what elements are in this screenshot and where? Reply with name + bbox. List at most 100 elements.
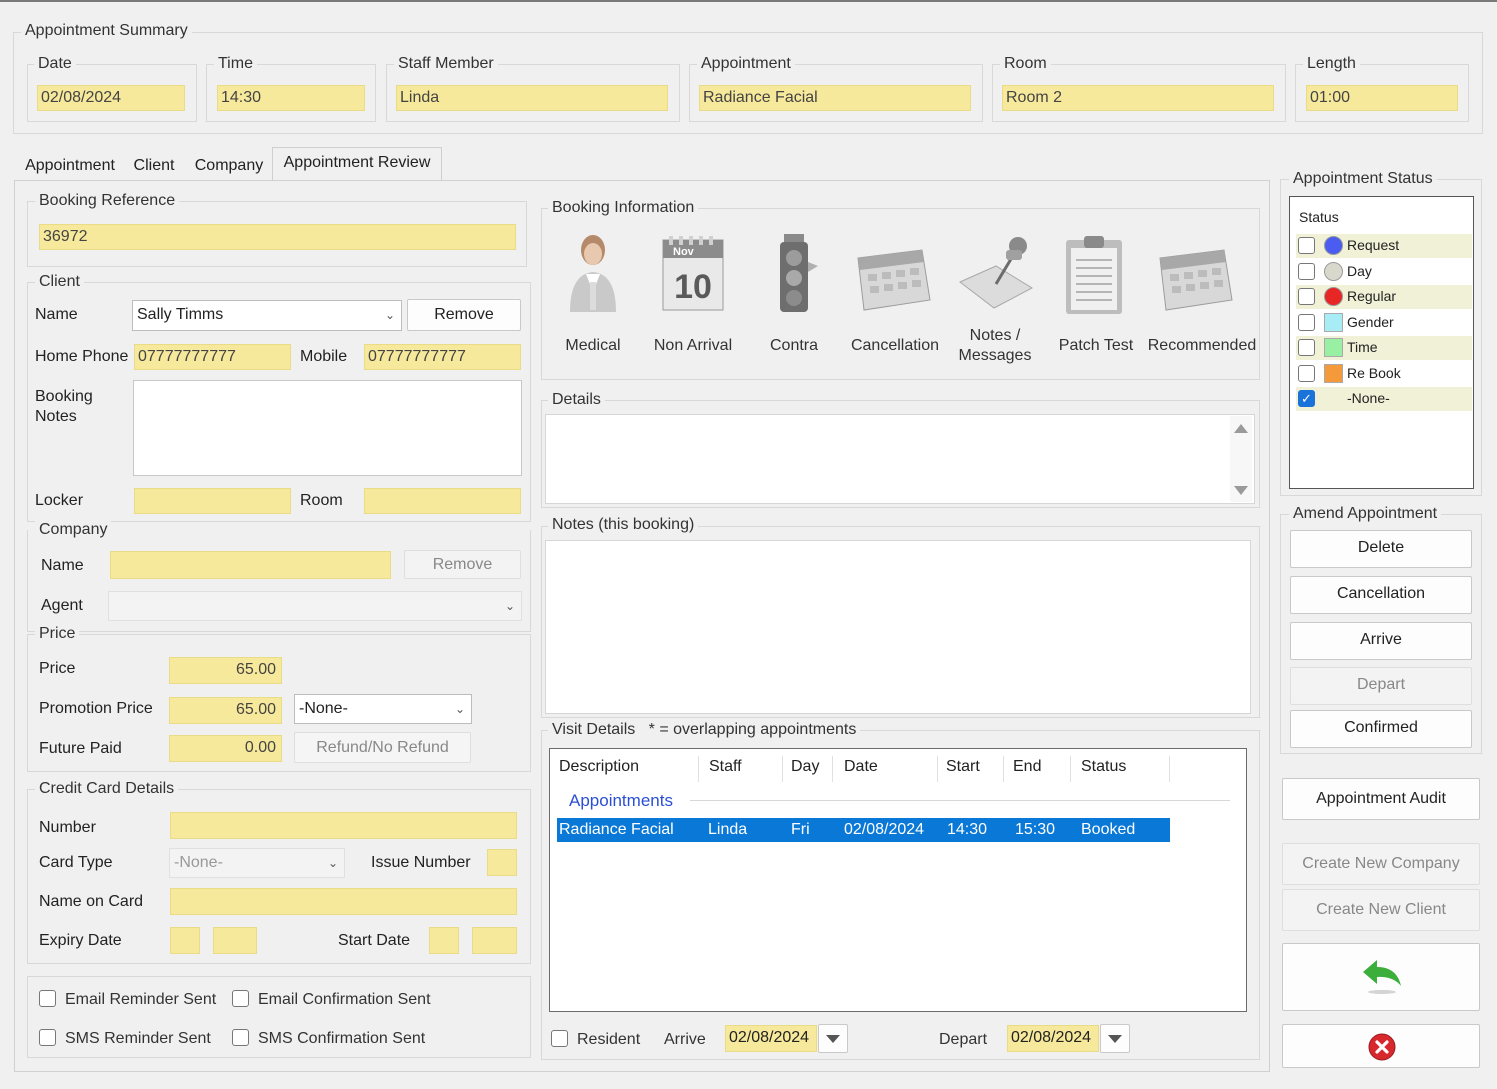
promotion-price-field[interactable]: 65.00 bbox=[169, 697, 282, 724]
status-item-day[interactable]: Day bbox=[1296, 260, 1472, 284]
agent-select[interactable]: ⌄ bbox=[108, 591, 522, 621]
email-confirmation-checkbox[interactable] bbox=[232, 990, 249, 1007]
calendar-recommended-icon[interactable] bbox=[1154, 244, 1236, 314]
notes-textarea[interactable] bbox=[545, 540, 1251, 714]
refund-button[interactable]: Refund/No Refund bbox=[294, 732, 471, 763]
arrive-date-dropdown[interactable] bbox=[818, 1024, 848, 1053]
expiry-year-field[interactable] bbox=[213, 927, 257, 954]
staff-member-field[interactable]: Linda bbox=[396, 85, 668, 111]
client-name-select[interactable]: Sally Timms ⌄ bbox=[132, 300, 402, 331]
column-staff[interactable]: Staff bbox=[703, 756, 783, 782]
chevron-down-icon: ⌄ bbox=[504, 599, 515, 613]
status-item-time[interactable]: Time bbox=[1296, 336, 1472, 360]
booking-notes-textarea[interactable] bbox=[133, 380, 522, 476]
row-staff: Linda bbox=[708, 821, 748, 838]
scroll-down-icon[interactable] bbox=[1234, 486, 1248, 495]
create-new-client-button[interactable]: Create New Client bbox=[1282, 889, 1480, 931]
arrive-date-field[interactable]: 02/08/2024 bbox=[725, 1025, 817, 1052]
home-phone-field[interactable]: 07777777777 bbox=[134, 344, 291, 370]
booking-notes-label-2: Notes bbox=[35, 408, 77, 425]
sms-reminder-checkbox[interactable] bbox=[39, 1029, 56, 1046]
column-date[interactable]: Date bbox=[838, 756, 938, 782]
status-checkbox[interactable] bbox=[1298, 339, 1315, 356]
client-room-label: Room bbox=[300, 492, 343, 509]
details-title: Details bbox=[548, 391, 605, 409]
company-title: Company bbox=[35, 521, 112, 539]
column-description[interactable]: Description bbox=[553, 756, 699, 782]
card-number-field[interactable] bbox=[170, 812, 517, 839]
table-row[interactable]: Radiance Facial Linda Fri 02/08/2024 14:… bbox=[557, 818, 1170, 842]
person-icon[interactable] bbox=[560, 232, 626, 316]
status-checkbox[interactable] bbox=[1298, 364, 1315, 382]
depart-date-field[interactable]: 02/08/2024 bbox=[1007, 1025, 1099, 1052]
tab-appointment[interactable]: Appointment bbox=[18, 151, 122, 181]
future-paid-field[interactable]: 0.00 bbox=[169, 735, 282, 762]
sms-confirmation-checkbox[interactable] bbox=[232, 1029, 249, 1046]
expiry-month-field[interactable] bbox=[170, 927, 200, 954]
appointment-field[interactable]: Radiance Facial bbox=[699, 85, 971, 111]
client-remove-button[interactable]: Remove bbox=[407, 299, 521, 331]
card-type-select[interactable]: -None- ⌄ bbox=[169, 848, 345, 878]
status-checkbox[interactable] bbox=[1298, 237, 1315, 254]
scroll-up-icon[interactable] bbox=[1234, 424, 1248, 433]
status-item-none[interactable]: ✓ -None- bbox=[1296, 387, 1472, 411]
client-room-field[interactable] bbox=[364, 488, 521, 514]
start-year-field[interactable] bbox=[472, 927, 517, 954]
column-day[interactable]: Day bbox=[785, 756, 833, 782]
tab-appointment-review[interactable]: Appointment Review bbox=[272, 147, 442, 181]
delete-button[interactable]: Delete bbox=[1290, 530, 1472, 568]
status-list-header: Status bbox=[1299, 209, 1339, 225]
calendar-icon[interactable] bbox=[852, 244, 934, 314]
close-button[interactable] bbox=[1282, 1024, 1480, 1068]
depart-date-dropdown[interactable] bbox=[1100, 1024, 1130, 1053]
length-field[interactable]: 01:00 bbox=[1306, 85, 1458, 111]
column-start[interactable]: Start bbox=[940, 756, 1004, 782]
status-item-gender[interactable]: Gender bbox=[1296, 311, 1472, 335]
column-status[interactable]: Status bbox=[1075, 756, 1170, 782]
price-field[interactable]: 65.00 bbox=[169, 657, 282, 684]
status-item-request[interactable]: Request bbox=[1296, 234, 1472, 258]
calendar-day-icon[interactable]: Nov 10 bbox=[659, 234, 727, 314]
mobile-field[interactable]: 07777777777 bbox=[364, 344, 521, 370]
visit-grid[interactable] bbox=[549, 748, 1247, 1012]
company-name-field[interactable] bbox=[110, 551, 391, 579]
email-reminder-checkbox[interactable] bbox=[39, 990, 56, 1007]
appointment-audit-button[interactable]: Appointment Audit bbox=[1282, 778, 1480, 820]
clipboard-icon[interactable] bbox=[1062, 234, 1126, 316]
sms-confirmation-label: SMS Confirmation Sent bbox=[258, 1030, 426, 1047]
name-on-card-field[interactable] bbox=[170, 888, 517, 915]
depart-label: Depart bbox=[939, 1031, 988, 1048]
create-new-company-button[interactable]: Create New Company bbox=[1282, 843, 1480, 885]
cancellation-button[interactable]: Cancellation bbox=[1290, 576, 1472, 614]
time-label: Time bbox=[214, 55, 257, 73]
status-item-regular[interactable]: Regular bbox=[1296, 285, 1472, 309]
traffic-light-icon[interactable] bbox=[772, 232, 820, 316]
booking-reference-field[interactable]: 36972 bbox=[39, 224, 516, 250]
locker-field[interactable] bbox=[134, 488, 291, 514]
undo-button[interactable] bbox=[1282, 943, 1480, 1011]
cancellation-label: Cancellation bbox=[850, 337, 940, 354]
company-remove-button[interactable]: Remove bbox=[404, 550, 521, 579]
status-checkbox[interactable] bbox=[1298, 288, 1315, 305]
status-checkbox[interactable] bbox=[1298, 313, 1315, 331]
promotion-select[interactable]: -None- ⌄ bbox=[294, 694, 472, 724]
details-textarea[interactable] bbox=[545, 414, 1255, 504]
depart-button[interactable]: Depart bbox=[1290, 667, 1472, 705]
start-month-field[interactable] bbox=[429, 927, 459, 954]
resident-checkbox[interactable] bbox=[551, 1030, 568, 1047]
overlap-note: * = overlapping appointments bbox=[648, 721, 857, 738]
issue-number-field[interactable] bbox=[487, 849, 517, 876]
tab-company[interactable]: Company bbox=[188, 151, 270, 181]
tab-client[interactable]: Client bbox=[124, 151, 184, 181]
status-item-re-book[interactable]: Re Book bbox=[1296, 362, 1472, 386]
pinned-note-icon[interactable] bbox=[956, 234, 1036, 310]
room-field[interactable]: Room 2 bbox=[1002, 85, 1274, 111]
undo-arrow-icon bbox=[1363, 960, 1401, 994]
date-field[interactable]: 02/08/2024 bbox=[37, 85, 185, 111]
confirmed-button[interactable]: Confirmed bbox=[1290, 710, 1472, 748]
column-end[interactable]: End bbox=[1007, 756, 1071, 782]
arrive-button[interactable]: Arrive bbox=[1290, 622, 1472, 660]
status-checkbox[interactable] bbox=[1298, 262, 1315, 280]
time-field[interactable]: 14:30 bbox=[217, 85, 365, 111]
status-checkbox[interactable]: ✓ bbox=[1298, 390, 1315, 407]
